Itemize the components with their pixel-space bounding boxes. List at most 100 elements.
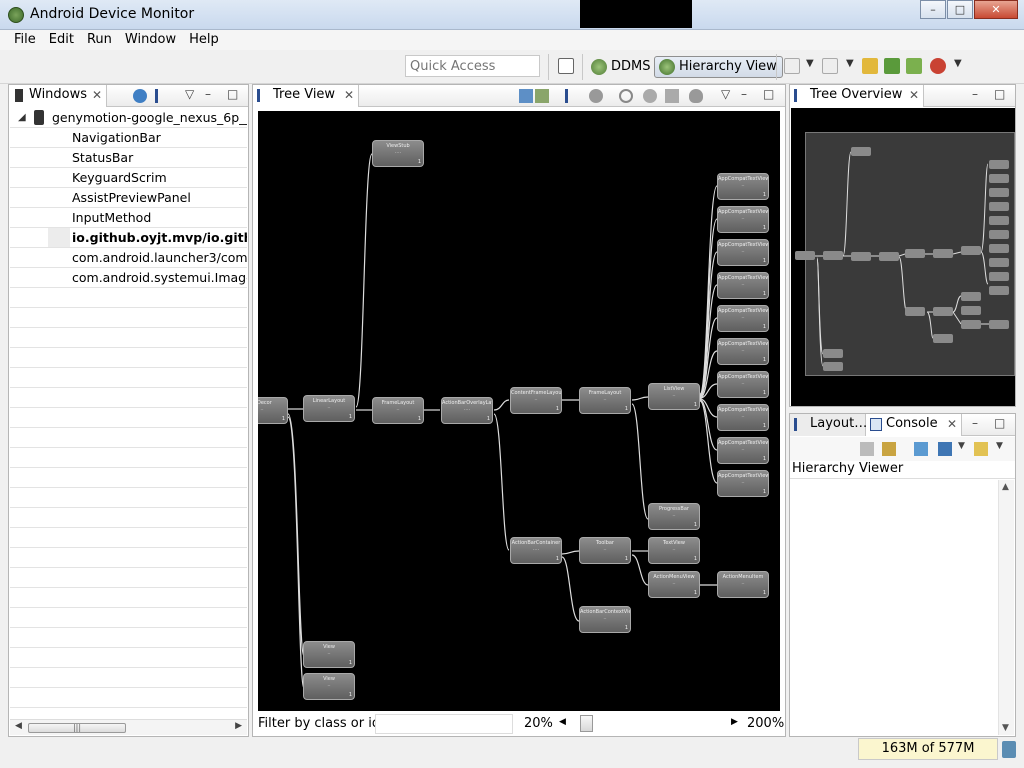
tree-node[interactable]: AppCompatTextView.. 1 bbox=[717, 206, 769, 233]
close-tab-icon[interactable]: ✕ bbox=[92, 85, 102, 105]
hierarchy-view-perspective-button[interactable]: Hierarchy View bbox=[654, 56, 783, 78]
tree-node[interactable]: ActionMenuItem.. 1 bbox=[717, 571, 769, 598]
close-tab-icon[interactable]: ✕ bbox=[344, 85, 354, 105]
vertical-scrollbar[interactable]: ▲ ▼ bbox=[998, 480, 1014, 735]
minimize-button[interactable]: – bbox=[920, 0, 946, 19]
dropdown-arrow-icon[interactable]: ▼ bbox=[996, 441, 1003, 451]
quick-access-input[interactable] bbox=[405, 55, 540, 77]
save-tree-icon[interactable] bbox=[784, 58, 800, 74]
tree-node[interactable]: TextView.. 1 bbox=[648, 537, 700, 564]
list-item[interactable]: StatusBar bbox=[10, 148, 247, 168]
dropdown-arrow-icon[interactable]: ▼ bbox=[958, 441, 965, 451]
menu-window[interactable]: Window bbox=[119, 30, 183, 50]
filter-input[interactable] bbox=[375, 714, 513, 734]
tree-node[interactable]: AppCompatTextView.. 1 bbox=[717, 173, 769, 200]
zoom-slider[interactable] bbox=[580, 715, 593, 732]
tree-node[interactable]: ContentFrameLayout.. 1 bbox=[510, 387, 562, 414]
tree-node[interactable]: AppCompatTextView.. 1 bbox=[717, 338, 769, 365]
tree-node[interactable]: AppCompatTextView.. 1 bbox=[717, 239, 769, 266]
display-console-icon[interactable] bbox=[938, 442, 952, 456]
list-item[interactable]: KeyguardScrim bbox=[10, 168, 247, 188]
memory-indicator[interactable]: 163M of 577M bbox=[858, 738, 998, 760]
tab-layout[interactable]: Layout… bbox=[790, 414, 867, 436]
garbage-collect-icon[interactable] bbox=[1002, 741, 1016, 758]
zoom-right-icon[interactable]: ▶ bbox=[731, 717, 738, 727]
list-item[interactable]: com.android.systemui.ImageW bbox=[10, 268, 247, 288]
tab-tree-overview[interactable]: Tree Overview ✕ bbox=[790, 85, 924, 107]
invalidate-icon[interactable] bbox=[619, 89, 633, 103]
close-button[interactable]: ✕ bbox=[974, 0, 1018, 19]
tree-node[interactable]: AppCompatTextView.. 1 bbox=[717, 404, 769, 431]
menu-help[interactable]: Help bbox=[183, 30, 226, 50]
tree-node[interactable]: ListView.. 1 bbox=[648, 383, 700, 410]
menu-run[interactable]: Run bbox=[81, 30, 119, 50]
tree-node[interactable]: View.. 1 bbox=[303, 673, 355, 700]
tab-console[interactable]: Console ✕ bbox=[866, 414, 962, 436]
scrollbar-thumb[interactable]: ||| bbox=[28, 723, 126, 733]
capture-layers-icon[interactable] bbox=[535, 89, 549, 103]
scroll-left-icon[interactable]: ◀ bbox=[15, 721, 22, 731]
profile-nodes-icon[interactable] bbox=[689, 89, 703, 103]
ddms-perspective-button[interactable]: DDMS bbox=[586, 56, 657, 78]
tree-canvas[interactable]: d Decor..1 LinearLayout..1 ViewStub....1… bbox=[258, 111, 780, 711]
close-tab-icon[interactable]: ✕ bbox=[909, 85, 919, 105]
minimize-view-icon[interactable]: – bbox=[741, 87, 747, 101]
stop-icon[interactable] bbox=[930, 58, 946, 74]
clear-console-icon[interactable] bbox=[860, 442, 874, 456]
list-item[interactable]: NavigationBar bbox=[10, 128, 247, 148]
close-tab-icon[interactable]: ✕ bbox=[947, 414, 957, 434]
tree-node[interactable]: ActionBarOverlayLayout....1 bbox=[441, 397, 493, 424]
maximize-view-icon[interactable]: □ bbox=[994, 416, 1005, 430]
load-view-icon[interactable] bbox=[884, 58, 900, 74]
pin-console-icon[interactable] bbox=[914, 442, 928, 456]
list-item-device[interactable]: ◢ genymotion-google_nexus_6p__6 bbox=[10, 108, 247, 128]
minimize-view-icon[interactable]: – bbox=[205, 87, 211, 101]
open-perspective-icon[interactable] bbox=[558, 58, 574, 74]
open-console-icon[interactable] bbox=[974, 442, 988, 456]
maximize-view-icon[interactable]: □ bbox=[994, 87, 1005, 101]
android-device-icon[interactable] bbox=[906, 58, 922, 74]
list-item[interactable]: AssistPreviewPanel bbox=[10, 188, 247, 208]
tree-node[interactable]: View.. 1 bbox=[303, 641, 355, 668]
save-png-icon[interactable] bbox=[519, 89, 533, 103]
tree-node[interactable]: AppCompatTextView.. 1 bbox=[717, 305, 769, 332]
dropdown-arrow-icon[interactable]: ▼ bbox=[806, 58, 814, 69]
load-view-hierarchy-icon[interactable] bbox=[155, 89, 169, 103]
capture-layers-icon[interactable] bbox=[822, 58, 838, 74]
view-menu-icon[interactable]: ▽ bbox=[185, 87, 194, 101]
minimize-view-icon[interactable]: – bbox=[972, 87, 978, 101]
scroll-right-icon[interactable]: ▶ bbox=[235, 721, 242, 731]
maximize-view-icon[interactable]: □ bbox=[227, 87, 238, 101]
menu-file[interactable]: File bbox=[8, 30, 43, 50]
tree-node[interactable]: d Decor..1 bbox=[258, 397, 288, 424]
refresh-icon[interactable] bbox=[133, 89, 147, 103]
tree-node[interactable]: AppCompatTextView.. 1 bbox=[717, 437, 769, 464]
zoom-left-icon[interactable]: ◀ bbox=[559, 717, 566, 727]
tree-node[interactable]: Toolbar.. 1 bbox=[579, 537, 631, 564]
overview-canvas[interactable] bbox=[791, 108, 1015, 406]
load-hierarchy-icon[interactable] bbox=[565, 89, 579, 103]
tab-windows[interactable]: Windows ✕ bbox=[9, 85, 107, 107]
scroll-lock-icon[interactable] bbox=[882, 442, 896, 456]
dropdown-arrow-icon[interactable]: ▼ bbox=[954, 58, 962, 69]
tree-node[interactable]: AppCompatTextView.. 1 bbox=[717, 371, 769, 398]
reload-icon[interactable] bbox=[862, 58, 878, 74]
minimize-view-icon[interactable]: – bbox=[972, 416, 978, 430]
tree-node[interactable]: ActionMenuView.. 1 bbox=[648, 571, 700, 598]
tree-node[interactable]: FrameLayout.. 1 bbox=[372, 397, 424, 424]
menu-edit[interactable]: Edit bbox=[43, 30, 81, 50]
collapse-arrow-icon[interactable]: ◢ bbox=[18, 108, 26, 127]
tree-node[interactable]: AppCompatTextView.. 1 bbox=[717, 470, 769, 497]
horizontal-scrollbar[interactable]: ◀ ||| ▶ bbox=[10, 719, 247, 735]
tree-node[interactable]: ViewStub.... 1 bbox=[372, 140, 424, 167]
dropdown-arrow-icon[interactable]: ▼ bbox=[846, 58, 854, 69]
maximize-view-icon[interactable]: □ bbox=[763, 87, 774, 101]
tree-node[interactable]: ActionBarContextView.. 1 bbox=[579, 606, 631, 633]
tab-tree-view[interactable]: Tree View ✕ bbox=[253, 85, 359, 107]
tree-node[interactable]: ActionBarContainer.... 1 bbox=[510, 537, 562, 564]
maximize-button[interactable]: □ bbox=[947, 0, 973, 19]
tree-node[interactable]: AppCompatTextView.. 1 bbox=[717, 272, 769, 299]
tree-node[interactable]: FrameLayout.. 1 bbox=[579, 387, 631, 414]
request-layout-icon[interactable] bbox=[643, 89, 657, 103]
scroll-down-icon[interactable]: ▼ bbox=[1002, 723, 1009, 733]
